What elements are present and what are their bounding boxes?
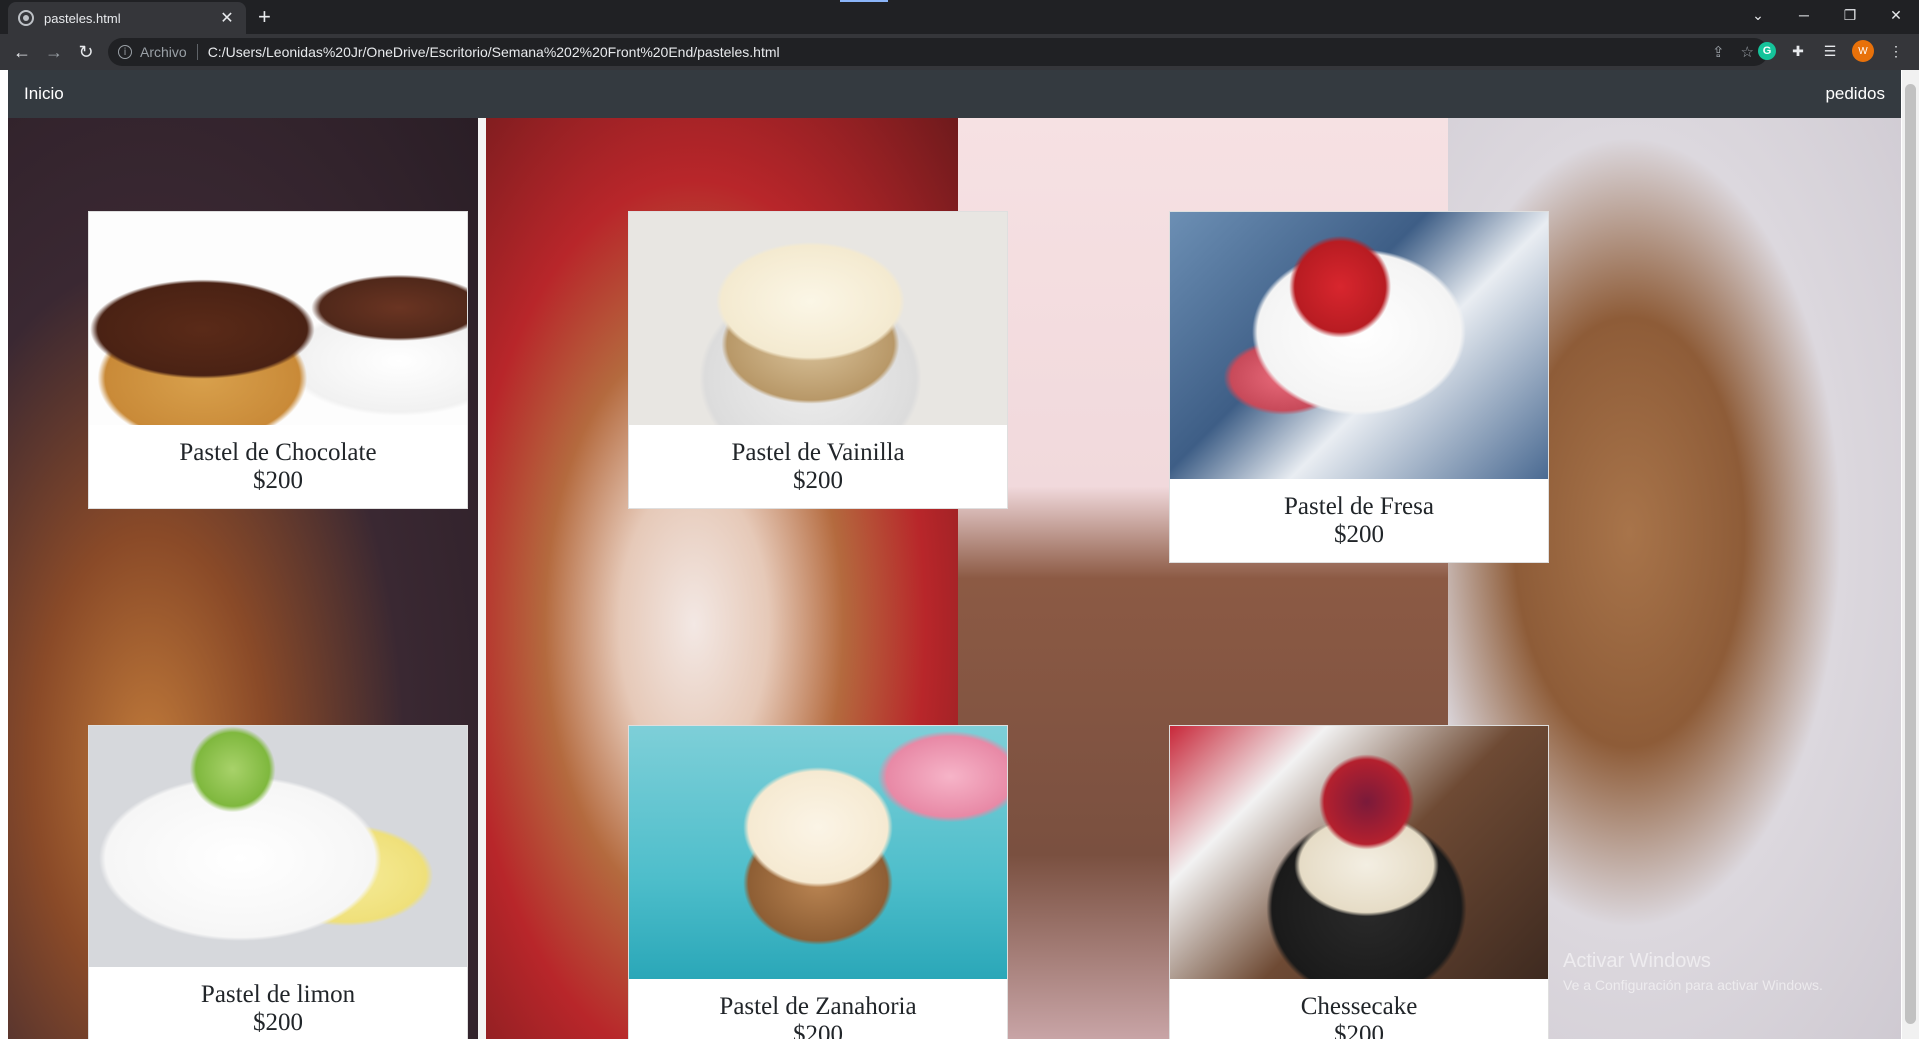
card-price: $200: [793, 1021, 843, 1039]
tab-accent: [840, 0, 888, 2]
back-arrow-icon[interactable]: ←: [10, 40, 34, 64]
watermark-title: Activar Windows: [1563, 950, 1711, 972]
close-icon[interactable]: ✕: [218, 8, 236, 28]
bookmark-star-icon[interactable]: ☆: [1741, 43, 1754, 61]
watermark-subtitle: Ve a Configuración para activar Windows.: [1563, 977, 1823, 993]
new-tab-button[interactable]: +: [258, 6, 271, 28]
cheesecake-image: [1170, 726, 1548, 979]
tab-pasteles[interactable]: pasteles.html ✕: [8, 2, 246, 34]
puzzle-extensions-icon[interactable]: ✚: [1788, 41, 1808, 61]
grammarly-icon[interactable]: G: [1758, 42, 1776, 60]
card-body: Pastel de Fresa $200: [1170, 479, 1548, 562]
carrot-cake-image: [629, 726, 1007, 979]
page-viewport: Inicio pedidos Pastel de Chocolate $200 …: [0, 70, 1919, 1039]
card-price: $200: [793, 467, 843, 494]
scheme-label: Archivo: [140, 44, 198, 60]
product-card-chocolate[interactable]: Pastel de Chocolate $200: [88, 211, 468, 509]
product-card-zanahoria[interactable]: Pastel de Zanahoria $200: [628, 725, 1008, 1039]
omnibox-actions: ⇪ ☆: [1712, 43, 1754, 61]
background-divider: [478, 118, 486, 1039]
tab-search-icon[interactable]: ⌄: [1735, 0, 1781, 30]
reading-list-icon[interactable]: ☰: [1820, 41, 1840, 61]
avatar[interactable]: W: [1852, 40, 1874, 62]
menu-kebab-icon[interactable]: ⋮: [1886, 41, 1906, 61]
product-card-cheesecake[interactable]: Chessecake $200: [1169, 725, 1549, 1039]
url-text[interactable]: C:/Users/Leonidas%20Jr/OneDrive/Escritor…: [208, 44, 780, 60]
card-title: Chessecake: [1300, 993, 1418, 1020]
share-icon[interactable]: ⇪: [1712, 43, 1725, 61]
globe-icon: [18, 10, 34, 26]
window-controls: ⌄ ─ ❐ ✕: [1735, 0, 1919, 34]
card-title: Pastel de Chocolate: [179, 439, 377, 466]
card-title: Pastel de Vainilla: [731, 439, 905, 466]
card-title: Pastel de limon: [200, 981, 356, 1008]
card-body: Pastel de Zanahoria $200: [629, 979, 1007, 1039]
reload-icon[interactable]: ↻: [74, 40, 98, 64]
tab-title: pasteles.html: [44, 10, 121, 26]
address-bar[interactable]: i Archivo C:/Users/Leonidas%20Jr/OneDriv…: [108, 38, 1768, 66]
top-navbar: Inicio pedidos: [8, 70, 1901, 118]
card-price: $200: [1334, 521, 1384, 548]
scrollbar-thumb[interactable]: [1905, 84, 1916, 1024]
card-price: $200: [253, 467, 303, 494]
browser-toolbar: ← → ↻ i Archivo C:/Users/Leonidas%20Jr/O…: [0, 34, 1919, 70]
card-body: Chessecake $200: [1170, 979, 1548, 1039]
vanilla-cake-image: [629, 212, 1007, 425]
card-body: Pastel de Vainilla $200: [629, 425, 1007, 508]
info-icon[interactable]: i: [118, 45, 132, 59]
chocolate-cake-image: [89, 212, 467, 425]
card-body: Pastel de Chocolate $200: [89, 425, 467, 508]
card-title: Pastel de Zanahoria: [719, 993, 917, 1020]
nav-link-inicio[interactable]: Inicio: [24, 84, 64, 104]
minimize-button[interactable]: ─: [1781, 0, 1827, 30]
product-card-fresa[interactable]: Pastel de Fresa $200: [1169, 211, 1549, 563]
vertical-scrollbar[interactable]: [1902, 70, 1919, 1039]
restore-button[interactable]: ❐: [1827, 0, 1873, 30]
windows-activation-watermark: Activar Windows Ve a Configuración para …: [1563, 950, 1823, 993]
card-title: Pastel de Fresa: [1284, 493, 1434, 520]
card-body: Pastel de limon $200: [89, 967, 467, 1039]
strawberry-cake-image: [1170, 212, 1548, 479]
product-card-limon[interactable]: Pastel de limon $200: [88, 725, 468, 1039]
nav-link-pedidos[interactable]: pedidos: [1825, 84, 1885, 104]
window-close-button[interactable]: ✕: [1873, 0, 1919, 30]
product-card-vainilla[interactable]: Pastel de Vainilla $200: [628, 211, 1008, 509]
extensions-area: G ✚ ☰ W ⋮: [1758, 40, 1906, 62]
tab-bar: pasteles.html ✕ + ⌄ ─ ❐ ✕: [0, 0, 1919, 34]
card-price: $200: [1334, 1021, 1384, 1039]
lime-cake-image: [89, 726, 467, 967]
forward-arrow-icon[interactable]: →: [42, 40, 66, 64]
card-price: $200: [253, 1009, 303, 1036]
